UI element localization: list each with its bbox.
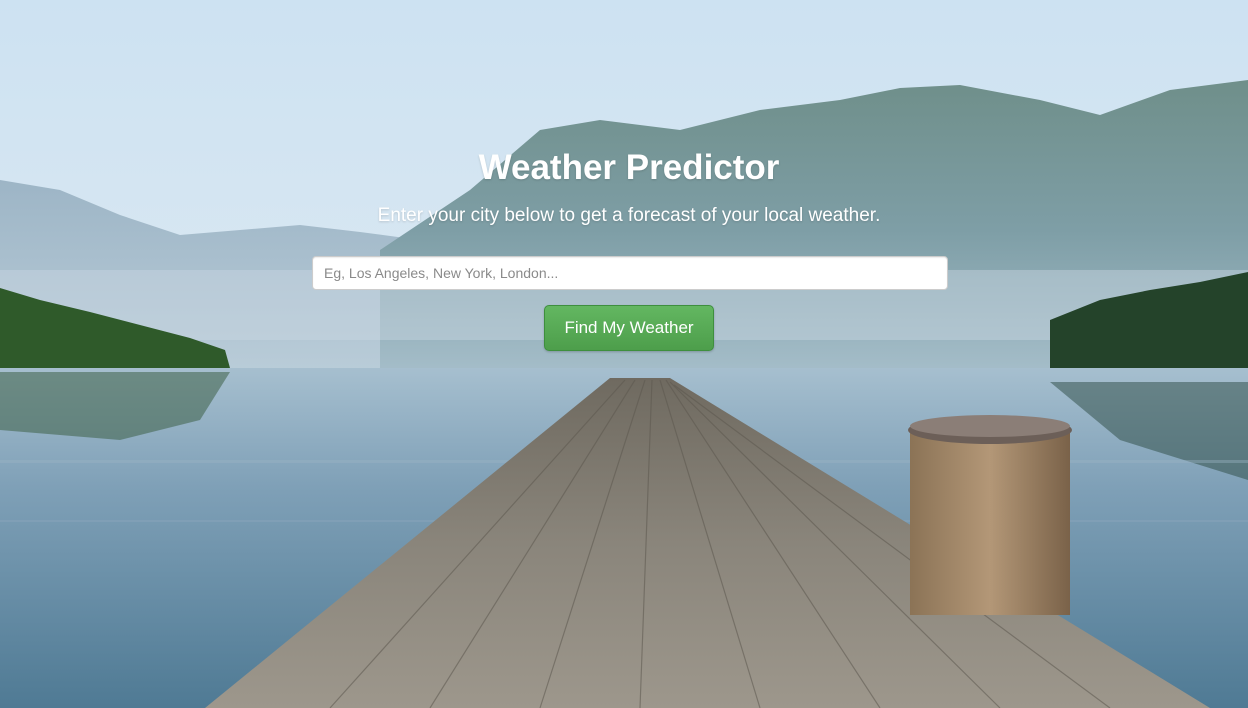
find-weather-button[interactable]: Find My Weather bbox=[544, 305, 714, 351]
page-subtitle: Enter your city below to get a forecast … bbox=[377, 205, 881, 226]
hero-section: Weather Predictor Enter your city below … bbox=[0, 0, 1248, 708]
page-title: Weather Predictor bbox=[478, 148, 780, 187]
page: Weather Predictor Enter your city below … bbox=[0, 0, 1248, 708]
city-search-input[interactable] bbox=[312, 256, 948, 290]
